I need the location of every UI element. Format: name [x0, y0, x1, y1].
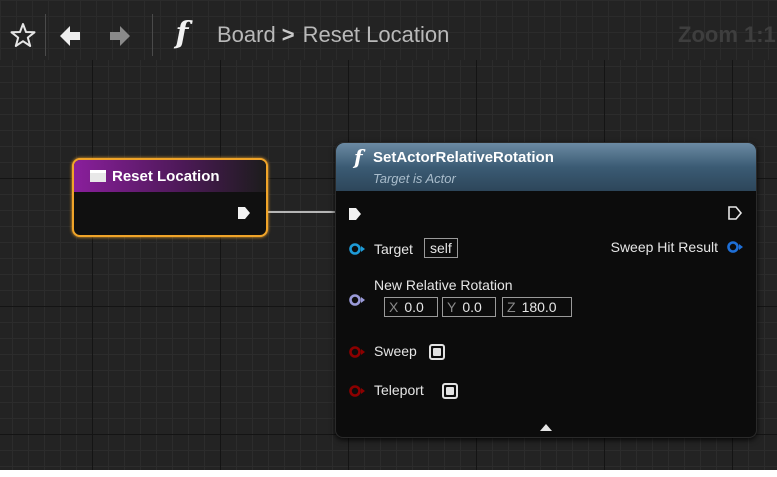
function-node-title: SetActorRelativeRotation — [373, 149, 554, 166]
blueprint-editor: f Board > Reset Location Zoom 1:1 Reset … — [0, 0, 777, 470]
target-label: Target — [374, 241, 413, 257]
set-actor-relative-rotation-node[interactable]: f SetActorRelativeRotation Target is Act… — [335, 142, 757, 438]
teleport-label: Teleport — [374, 382, 424, 398]
custom-event-node[interactable]: Reset Location — [72, 158, 268, 237]
rotation-x-value: 0.0 — [404, 299, 424, 315]
sweep-checkbox[interactable] — [429, 344, 445, 360]
function-node-header[interactable]: f SetActorRelativeRotation Target is Act… — [336, 143, 756, 191]
function-node-subtitle: Target is Actor — [373, 171, 456, 186]
exec-out-pin-icon[interactable] — [237, 206, 251, 225]
collapse-arrow-icon[interactable] — [539, 419, 553, 437]
rotation-z-value: 180.0 — [521, 299, 557, 315]
exec-in-pin-icon[interactable] — [348, 207, 362, 226]
rotation-x-axis: X — [389, 299, 399, 315]
event-icon — [90, 170, 106, 182]
exec-out-pin-icon[interactable] — [727, 205, 743, 226]
rotation-y-value: 0.0 — [462, 299, 482, 315]
new-relative-rotation-label: New Relative Rotation — [374, 277, 513, 293]
sweep-pin-icon[interactable] — [348, 345, 368, 364]
teleport-pin-icon[interactable] — [348, 384, 368, 403]
event-node-title: Reset Location — [112, 167, 220, 185]
sweep-hit-result-pin-icon[interactable] — [725, 240, 747, 259]
target-pin-icon[interactable] — [348, 242, 368, 261]
rotation-x-field[interactable]: X 0.0 — [384, 297, 438, 317]
new-relative-rotation-pin-icon[interactable] — [348, 293, 368, 312]
event-node-header[interactable]: Reset Location — [74, 160, 266, 192]
target-value-field[interactable]: self — [424, 238, 458, 258]
function-glyph-icon: f — [354, 145, 363, 169]
rotation-y-field[interactable]: Y 0.0 — [442, 297, 496, 317]
teleport-checkbox[interactable] — [442, 383, 458, 399]
rotation-y-axis: Y — [447, 299, 457, 315]
sweep-label: Sweep — [374, 343, 417, 359]
rotation-z-axis: Z — [507, 299, 516, 315]
rotation-z-field[interactable]: Z 180.0 — [502, 297, 572, 317]
sweep-hit-result-label: Sweep Hit Result — [610, 239, 718, 255]
target-value: self — [430, 240, 452, 256]
